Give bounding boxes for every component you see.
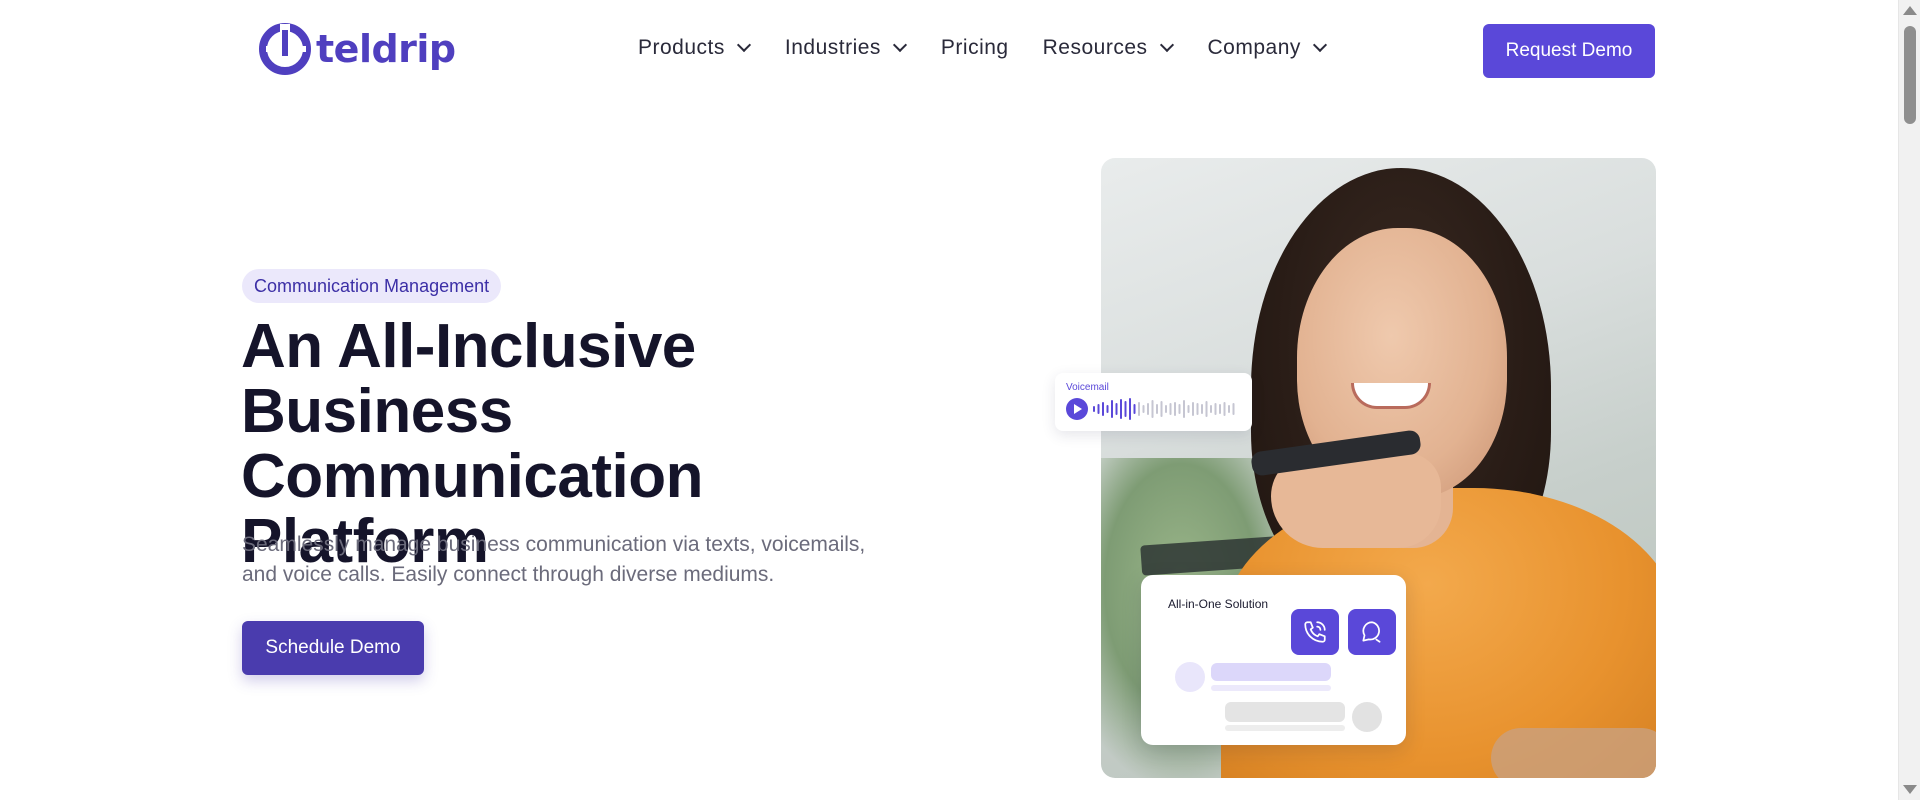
chevron-down-icon	[892, 37, 907, 53]
nav-item-label: Pricing	[940, 36, 1009, 59]
skeleton-avatar	[1352, 702, 1382, 732]
chevron-down-icon	[736, 37, 751, 53]
page: teldrip Products Industries Pricing Reso…	[0, 0, 1920, 800]
nav-item-label: Company	[1207, 36, 1301, 59]
nav-item-pricing[interactable]: Pricing	[941, 36, 1009, 60]
site-header: teldrip Products Industries Pricing Reso…	[0, 0, 1898, 100]
nav-item-resources[interactable]: Resources	[1042, 36, 1174, 60]
nav-item-label: Resources	[1042, 36, 1148, 59]
skeleton-line	[1211, 685, 1331, 691]
subtext-line: and voice calls. Easily connect through …	[242, 563, 775, 586]
hero-subtext: Seamlessly manage business communication…	[242, 530, 892, 590]
subtext-line: Seamlessly manage business communication…	[242, 533, 866, 556]
schedule-demo-button[interactable]: Schedule Demo	[242, 621, 424, 675]
skeleton-line	[1211, 663, 1331, 681]
nav-item-company[interactable]: Company	[1207, 36, 1327, 60]
request-demo-button[interactable]: Request Demo	[1483, 24, 1655, 78]
scroll-down-icon[interactable]	[1903, 785, 1917, 794]
headline-line: An All-Inclusive Business	[241, 312, 696, 446]
nav-item-industries[interactable]: Industries	[784, 36, 907, 60]
scrollbar[interactable]	[1898, 0, 1920, 800]
logo[interactable]: teldrip	[258, 22, 456, 76]
teldrip-logo-icon	[259, 23, 311, 75]
voicemail-card: Voicemail	[1055, 373, 1252, 431]
headline-line: Communication	[241, 442, 703, 511]
voicemail-label: Voicemail	[1066, 382, 1109, 393]
phone-call-icon	[1291, 609, 1339, 655]
chat-bubble-icon	[1348, 609, 1396, 655]
category-badge: Communication Management	[242, 269, 502, 303]
chevron-down-icon	[1312, 37, 1327, 53]
chevron-down-icon	[1159, 37, 1174, 53]
play-icon	[1066, 398, 1088, 420]
main-nav: Products Industries Pricing Resources Co…	[638, 36, 1361, 60]
nav-item-label: Products	[638, 36, 725, 59]
logo-text: teldrip	[316, 27, 456, 71]
waveform-icon	[1093, 398, 1235, 420]
skeleton-line	[1225, 702, 1345, 722]
all-in-one-card: All-in-One Solution	[1141, 575, 1406, 745]
nav-item-products[interactable]: Products	[638, 36, 751, 60]
scroll-up-icon[interactable]	[1903, 6, 1917, 15]
aio-title: All-in-One Solution	[1168, 597, 1269, 611]
skeleton-avatar	[1175, 662, 1205, 692]
nav-item-label: Industries	[784, 36, 881, 59]
scroll-thumb[interactable]	[1904, 26, 1916, 124]
skeleton-line	[1225, 725, 1345, 731]
